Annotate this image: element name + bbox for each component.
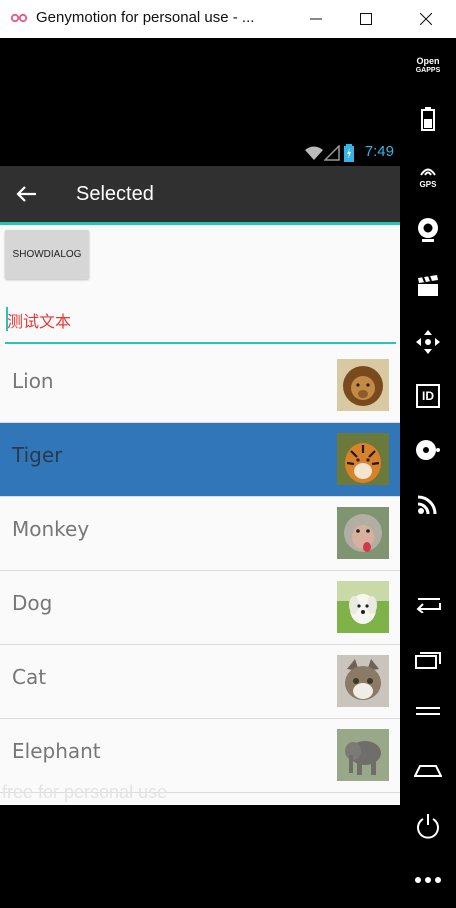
list-item-label: Elephant — [12, 739, 101, 763]
lion-photo-icon — [337, 359, 389, 411]
home-icon — [414, 765, 442, 777]
power-icon — [417, 814, 439, 839]
menu-button[interactable] — [400, 696, 456, 732]
battery-charging-icon — [344, 144, 354, 162]
webcam-icon — [418, 218, 438, 242]
window-titlebar: Genymotion for personal use - ... — [0, 0, 456, 38]
disc-icon — [416, 440, 440, 460]
dog-photo-icon — [337, 581, 389, 633]
tiger-photo-icon — [337, 433, 389, 485]
app-content: Selected SHOWDIALOG 测试文本 Lion Tiger Monk… — [0, 166, 400, 805]
list-item-label: Cat — [12, 665, 47, 689]
clapperboard-icon — [418, 275, 438, 296]
media-button[interactable] — [400, 432, 456, 468]
toolbar-divider — [0, 222, 400, 225]
elephant-photo-icon — [337, 729, 389, 781]
show-dialog-button[interactable]: SHOWDIALOG — [5, 230, 89, 279]
text-input-value: 测试文本 — [7, 312, 72, 331]
camera-button[interactable] — [400, 212, 456, 248]
minimize-button[interactable] — [288, 0, 344, 38]
device-screen: 7:49 Selected SHOWDIALOG 测试文本 Lion Tiger… — [0, 38, 400, 908]
back-arrow-icon[interactable] — [14, 182, 40, 206]
recent-apps-icon — [415, 652, 441, 669]
list-item-cat[interactable]: Cat — [0, 645, 400, 719]
list-item-monkey[interactable]: Monkey — [0, 497, 400, 571]
menu-icon — [416, 707, 440, 715]
status-bar: 7:49 — [0, 142, 400, 166]
list-item-tiger[interactable]: Tiger — [0, 423, 400, 497]
capture-button[interactable] — [400, 268, 456, 304]
list-item-label: Lion — [12, 369, 54, 393]
close-icon — [420, 13, 432, 25]
toolbar: Selected — [0, 166, 400, 222]
open-gapps-button[interactable]: Open GAPPS — [400, 48, 456, 84]
dpad-button[interactable] — [400, 324, 456, 360]
maximize-button[interactable] — [338, 0, 394, 38]
cat-photo-icon — [337, 655, 389, 707]
close-button[interactable] — [398, 0, 454, 38]
more-options-button[interactable] — [400, 862, 456, 898]
animal-list: Lion Tiger Monkey Dog Cat Elephant — [0, 349, 400, 793]
cast-button[interactable] — [400, 486, 456, 522]
maximize-icon — [360, 13, 372, 25]
wifi-icon — [305, 146, 323, 160]
monkey-photo-icon — [337, 507, 389, 559]
gps-label: GPS — [419, 180, 437, 189]
more-dots-icon — [415, 877, 441, 883]
window-title: Genymotion for personal use - ... — [36, 9, 255, 26]
list-item-lion[interactable]: Lion — [0, 349, 400, 423]
cast-icon — [417, 495, 437, 515]
open-gapps-label: Open — [416, 56, 440, 66]
gps-signal-icon — [420, 168, 436, 176]
list-item-label: Tiger — [12, 443, 63, 467]
toolbar-title: Selected — [76, 183, 154, 205]
minimize-icon — [310, 18, 322, 20]
status-time: 7:49 — [364, 143, 394, 160]
device-id-button[interactable]: ID — [400, 378, 456, 414]
home-button[interactable] — [400, 752, 456, 788]
id-icon: ID — [416, 384, 440, 408]
genymotion-logo-icon — [10, 13, 28, 23]
gps-button[interactable]: GPS — [400, 157, 456, 193]
watermark-text: free for personal use — [2, 782, 168, 802]
open-gapps-sublabel: GAPPS — [415, 67, 441, 74]
signal-icon — [324, 145, 340, 161]
battery-button[interactable] — [400, 101, 456, 137]
power-button[interactable] — [400, 808, 456, 844]
back-nav-icon — [416, 598, 441, 613]
recent-apps-button[interactable] — [400, 642, 456, 678]
list-item-label: Monkey — [12, 517, 90, 541]
list-item-dog[interactable]: Dog — [0, 571, 400, 645]
back-nav-button[interactable] — [400, 586, 456, 622]
battery-icon — [421, 107, 435, 131]
list-item-label: Dog — [12, 591, 53, 615]
emulator-sidebar: Open GAPPS GPS ID — [400, 38, 456, 908]
text-input[interactable]: 测试文本 — [5, 304, 396, 344]
dpad-icon — [416, 330, 440, 354]
